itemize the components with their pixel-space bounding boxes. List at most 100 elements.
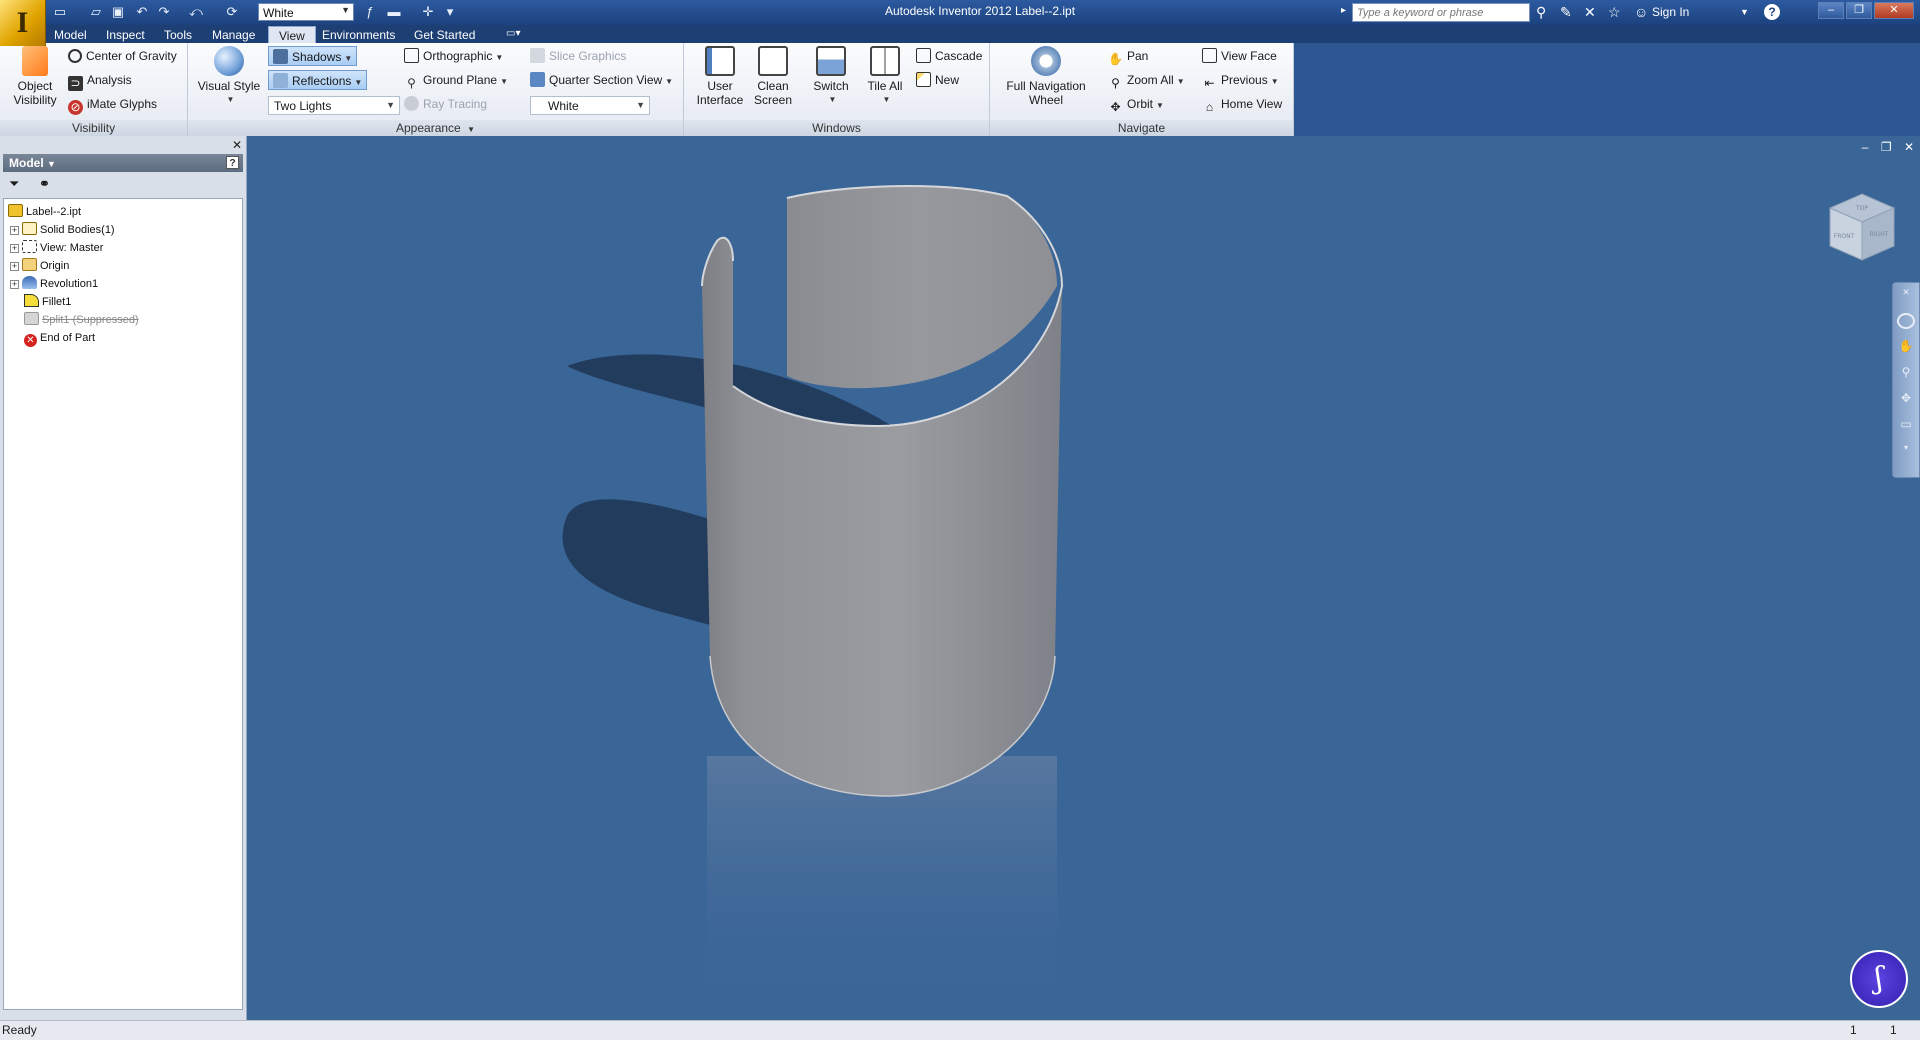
orbit-button[interactable]: ✥ Orbit ▼ xyxy=(1108,94,1164,114)
new-window-button[interactable]: New xyxy=(916,70,959,90)
help-icon[interactable]: ? xyxy=(226,156,239,169)
expand-icon[interactable]: + xyxy=(10,280,19,289)
fillet-icon xyxy=(24,294,39,307)
object-visibility-button[interactable]: Object Visibility xyxy=(6,46,64,107)
ray-tracing-button[interactable]: Ray Tracing xyxy=(404,94,487,114)
save-icon[interactable]: ▣ xyxy=(110,4,126,20)
reflections-toggle[interactable]: Reflections ▼ xyxy=(268,70,368,90)
steering-wheel-icon[interactable] xyxy=(1897,313,1915,329)
slice-graphics-button[interactable]: Slice Graphics xyxy=(530,46,626,66)
tree-node-end-of-part[interactable]: ✕ End of Part xyxy=(24,329,95,347)
filter-icon[interactable]: ⏷ xyxy=(9,176,19,192)
tab-get-started[interactable]: Get Started xyxy=(404,26,485,43)
look-at-icon[interactable]: ▭ xyxy=(1897,417,1915,433)
chevron-down-icon[interactable]: ▼ xyxy=(495,53,503,62)
zoom-all-button[interactable]: ⚲ Zoom All ▼ xyxy=(1108,70,1185,90)
imate-glyphs-button[interactable]: ⊘ iMate Glyphs xyxy=(68,94,157,115)
sign-in-link[interactable]: Sign In xyxy=(1652,5,1689,19)
communication-center-icon[interactable]: ✕ xyxy=(1584,4,1596,21)
expand-icon[interactable]: + xyxy=(10,244,19,253)
tree-node-origin[interactable]: + Origin xyxy=(10,257,69,275)
center-of-gravity-button[interactable]: Center of Gravity xyxy=(68,46,177,66)
search-input[interactable]: Type a keyword or phrase xyxy=(1352,3,1530,22)
lighting-style-dropdown[interactable]: Two Lights ▼ xyxy=(268,96,400,115)
home-view-button[interactable]: ⌂ Home View xyxy=(1202,94,1282,114)
update-icon[interactable]: ⟳ xyxy=(224,4,240,20)
redo-icon[interactable]: ↷ xyxy=(156,4,172,20)
ribbon-display-options-icon[interactable]: ▭▾ xyxy=(496,26,530,43)
restore-button[interactable]: ❐ xyxy=(1846,2,1872,19)
customize-qat-icon[interactable]: ▾ xyxy=(442,4,458,20)
new-file-icon[interactable]: ▭ xyxy=(52,4,68,20)
ground-plane-button[interactable]: ⚲ Ground Plane ▼ xyxy=(404,70,508,90)
fx-parameters-icon[interactable]: ƒ xyxy=(362,4,378,20)
customize-navbar-icon[interactable]: ▾ xyxy=(1897,443,1915,459)
orthographic-button[interactable]: Orthographic ▼ xyxy=(404,46,503,66)
subscription-icon[interactable]: ✎ xyxy=(1560,4,1572,21)
previous-view-button[interactable]: ⇤ Previous ▼ xyxy=(1202,70,1279,90)
viewcube-right-label: RIGHT xyxy=(1870,231,1889,238)
view-face-button[interactable]: View Face xyxy=(1202,46,1277,66)
visual-style-button[interactable]: Visual Style ▼ xyxy=(196,46,262,107)
return-icon[interactable]: ⤺ xyxy=(188,4,204,20)
app-logo-letter: I xyxy=(16,6,29,39)
shadows-toggle[interactable]: Shadows ▼ xyxy=(268,46,358,66)
help-icon[interactable]: ? xyxy=(1764,4,1780,20)
tab-environments[interactable]: Environments xyxy=(312,26,405,43)
close-icon[interactable]: ✕ xyxy=(232,138,242,152)
close-icon[interactable]: ✕ xyxy=(1897,287,1915,303)
user-interface-button[interactable]: User Interface xyxy=(692,46,748,107)
binoculars-icon[interactable]: ⚭ xyxy=(39,176,50,192)
hand-icon[interactable]: ✋ xyxy=(1897,339,1915,355)
chevron-down-icon[interactable]: ▼ xyxy=(354,78,362,87)
tab-model[interactable]: Model xyxy=(44,26,97,43)
chevron-down-icon: ▼ xyxy=(636,100,645,110)
binoculars-icon[interactable]: ⚲ xyxy=(1536,4,1546,21)
tree-node-view-master[interactable]: + View: Master xyxy=(10,239,103,257)
zoom-icon[interactable]: ⚲ xyxy=(1897,365,1915,381)
viewcube[interactable]: TOP FRONT RIGHT xyxy=(1822,188,1902,268)
tab-manage[interactable]: Manage xyxy=(202,26,265,43)
minimize-button[interactable]: – xyxy=(1818,2,1844,19)
application-menu-button[interactable]: I xyxy=(0,0,46,46)
appearance-override-dropdown[interactable]: White ▼ xyxy=(258,3,354,21)
assistant-badge[interactable]: ʃ xyxy=(1850,950,1908,1008)
tree-node-revolution1[interactable]: + Revolution1 xyxy=(10,275,98,293)
tab-inspect[interactable]: Inspect xyxy=(96,26,155,43)
tile-all-button[interactable]: Tile All ▼ xyxy=(860,46,910,107)
orbit-icon[interactable]: ✥ xyxy=(1897,391,1915,407)
expand-icon[interactable]: + xyxy=(10,262,19,271)
chevron-down-icon[interactable]: ▼ xyxy=(500,77,508,86)
tree-node-part[interactable]: Label--2.ipt xyxy=(8,203,81,221)
full-navigation-wheel-button[interactable]: Full Navigation Wheel xyxy=(998,46,1094,107)
measure-icon[interactable]: ▬ xyxy=(386,4,402,20)
tree-node-split1[interactable]: Split1 (Suppressed) xyxy=(24,311,139,329)
chevron-down-icon[interactable]: ▼ xyxy=(1740,7,1749,17)
browser-title-dropdown[interactable]: Model ▼ ? xyxy=(3,154,243,172)
chevron-down-icon[interactable]: ▼ xyxy=(1271,77,1279,86)
color-override-dropdown[interactable]: White ▼ xyxy=(530,96,650,115)
chevron-down-icon[interactable]: ▼ xyxy=(1156,101,1164,110)
expand-icon[interactable]: + xyxy=(10,226,19,235)
tab-view[interactable]: View xyxy=(268,26,316,43)
clean-screen-button[interactable]: Clean Screen xyxy=(748,46,798,107)
graphics-viewport[interactable]: – ❐ ✕ TOP FRONT RIGHT ✕ ✋ ⚲ ✥ ▭ ▾ ʃ xyxy=(247,136,1920,1020)
cascade-button[interactable]: Cascade xyxy=(916,46,982,66)
analysis-button[interactable]: ⊃ Analysis xyxy=(68,70,132,91)
tree-node-fillet1[interactable]: Fillet1 xyxy=(24,293,71,311)
close-button[interactable]: ✕ xyxy=(1874,2,1914,19)
expand-search-icon[interactable]: ▸ xyxy=(1341,5,1346,16)
panel-label-appearance[interactable]: Appearance ▼ xyxy=(188,120,683,136)
quarter-section-view-button[interactable]: Quarter Section View ▼ xyxy=(530,70,673,90)
move-icon[interactable]: ✛ xyxy=(420,4,436,20)
chevron-down-icon[interactable]: ▼ xyxy=(1177,77,1185,86)
tab-tools[interactable]: Tools xyxy=(154,26,202,43)
pan-button[interactable]: ✋ Pan xyxy=(1108,46,1148,66)
chevron-down-icon[interactable]: ▼ xyxy=(344,54,352,63)
undo-icon[interactable]: ↶ xyxy=(134,4,150,20)
chevron-down-icon[interactable]: ▼ xyxy=(665,77,673,86)
open-file-icon[interactable]: ▱ xyxy=(88,4,104,20)
switch-button[interactable]: Switch ▼ xyxy=(806,46,856,107)
tree-node-solid-bodies[interactable]: + Solid Bodies(1) xyxy=(10,221,115,239)
favorites-icon[interactable]: ☆ xyxy=(1608,4,1621,21)
